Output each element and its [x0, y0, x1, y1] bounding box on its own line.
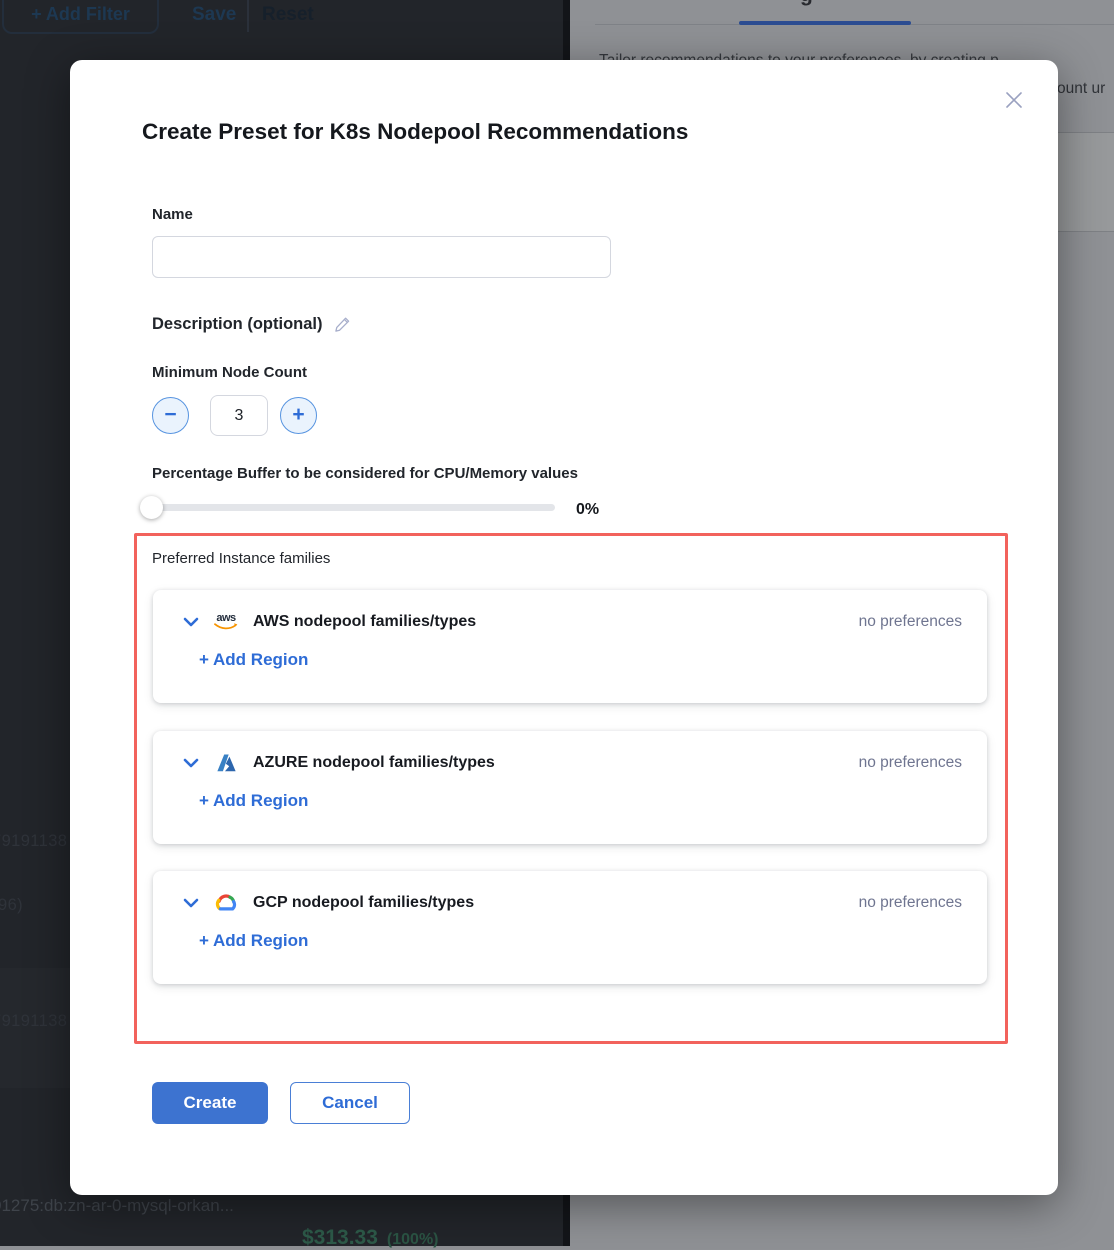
provider-label: GCP nodepool families/types: [253, 894, 474, 912]
aws-icon-text: aws: [216, 613, 235, 623]
reset-button[interactable]: Reset: [262, 4, 314, 26]
azure-icon: [212, 754, 240, 772]
buffer-label: Percentage Buffer to be considered for C…: [152, 465, 578, 482]
edit-description-button[interactable]: [333, 315, 352, 334]
provider-status: no preferences: [859, 754, 962, 772]
modal-title: Create Preset for K8s Nodepool Recommend…: [142, 119, 688, 145]
save-button[interactable]: Save: [192, 4, 236, 26]
provider-row-gcp: GCP nodepool families/types no preferenc…: [183, 888, 962, 918]
buffer-slider[interactable]: [145, 504, 555, 511]
min-node-count-stepper: − 3 +: [152, 395, 317, 436]
add-filter-button[interactable]: + Add Filter: [2, 0, 159, 34]
chevron-down-icon: [183, 758, 199, 768]
active-tab-underline: [739, 21, 911, 25]
buffer-slider-handle[interactable]: [140, 496, 163, 519]
name-input[interactable]: [152, 236, 611, 278]
background-description-line2-fragment: ount ur: [1057, 80, 1105, 98]
clipped-id-fragment: 79191138: [0, 832, 67, 851]
plus-icon: +: [292, 403, 304, 427]
aws-icon: aws: [212, 613, 240, 631]
buffer-value: 0%: [576, 501, 599, 519]
provider-label: AZURE nodepool families/types: [253, 754, 495, 772]
cost-percent: (100%): [387, 1231, 439, 1249]
name-label: Name: [152, 206, 193, 223]
decrease-button[interactable]: −: [152, 397, 189, 434]
clipped-value-fragment: 96): [0, 896, 23, 915]
add-region-button-gcp[interactable]: + Add Region: [199, 931, 308, 951]
cost-amount: $313.33: [302, 1226, 378, 1250]
collapse-toggle-azure[interactable]: [183, 758, 199, 768]
increase-button[interactable]: +: [280, 397, 317, 434]
add-region-button-azure[interactable]: + Add Region: [199, 791, 308, 811]
close-button[interactable]: [998, 84, 1030, 116]
provider-label: AWS nodepool families/types: [253, 613, 476, 631]
min-node-count-label: Minimum Node Count: [152, 364, 307, 381]
add-region-button-aws[interactable]: + Add Region: [199, 650, 308, 670]
provider-status: no preferences: [859, 613, 962, 631]
description-row: Description (optional): [152, 315, 352, 334]
provider-status: no preferences: [859, 894, 962, 912]
resource-path-fragment: 01275:db:zn-ar-0-mysql-orkan...: [0, 1196, 234, 1216]
collapse-toggle-aws[interactable]: [183, 617, 199, 627]
gcp-icon: [212, 893, 240, 913]
toolbar-divider: [247, 0, 249, 32]
chevron-down-icon: [183, 898, 199, 908]
cost-fragment: $313.33 (100%): [302, 1226, 439, 1250]
clipped-heading-fragment: g: [800, 0, 813, 7]
provider-card-aws: aws AWS nodepool families/types no prefe…: [153, 590, 987, 703]
chevron-down-icon: [183, 617, 199, 627]
pencil-icon: [333, 315, 352, 334]
provider-card-azure: AZURE nodepool families/types no prefere…: [153, 731, 987, 844]
create-preset-modal: Create Preset for K8s Nodepool Recommend…: [70, 60, 1058, 1195]
min-node-count-value[interactable]: 3: [210, 395, 268, 436]
provider-row-azure: AZURE nodepool families/types no prefere…: [183, 748, 962, 778]
provider-row-aws: aws AWS nodepool families/types no prefe…: [183, 607, 962, 637]
cancel-button[interactable]: Cancel: [290, 1082, 410, 1124]
minus-icon: −: [164, 403, 176, 427]
description-label: Description (optional): [152, 315, 323, 334]
close-icon: [1001, 87, 1027, 113]
preferred-families-label: Preferred Instance families: [152, 550, 330, 567]
create-button[interactable]: Create: [152, 1082, 268, 1124]
clipped-id-fragment: 79191138: [0, 1012, 67, 1031]
provider-card-gcp: GCP nodepool families/types no preferenc…: [153, 871, 987, 984]
collapse-toggle-gcp[interactable]: [183, 898, 199, 908]
